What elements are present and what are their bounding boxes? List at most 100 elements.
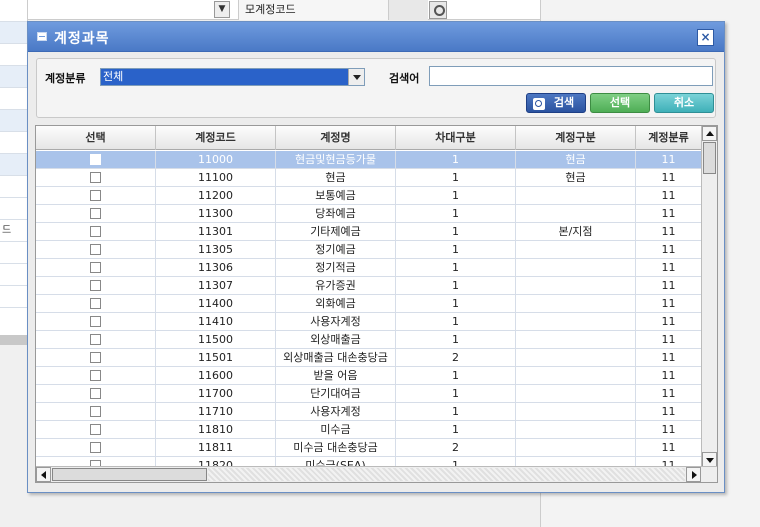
search-input[interactable]: [429, 66, 713, 86]
column-header-debit-credit[interactable]: 차대구분: [396, 126, 516, 150]
table-row[interactable]: 11306 정기적금 1 11: [36, 259, 702, 277]
table-row[interactable]: 11400 외화예금 1 11: [36, 295, 702, 313]
cell-name: 외화예금: [276, 295, 396, 312]
table-row[interactable]: 11305 정기예금 1 11: [36, 241, 702, 259]
table-row[interactable]: 11710 사용자계정 1 11: [36, 403, 702, 421]
cell-debit-credit: 1: [396, 259, 516, 276]
row-checkbox[interactable]: [90, 333, 101, 345]
cell-debit-credit: 1: [396, 205, 516, 222]
cell-name: 외상매출금 대손충당금: [276, 349, 396, 366]
scroll-down-icon[interactable]: [702, 452, 717, 467]
row-checkbox[interactable]: [90, 369, 101, 381]
cell-select: [36, 349, 156, 366]
cell-debit-credit: 1: [396, 169, 516, 186]
cell-class: 11: [636, 169, 702, 186]
column-header-class[interactable]: 계정분류: [636, 126, 702, 150]
category-select[interactable]: 전체: [100, 68, 365, 86]
table-row[interactable]: 11200 보통예금 1 11: [36, 187, 702, 205]
scroll-left-icon[interactable]: [36, 467, 51, 482]
table-row[interactable]: 11700 단기대여금 1 11: [36, 385, 702, 403]
cancel-button[interactable]: 취소: [654, 93, 714, 113]
cell-code: 11600: [156, 367, 276, 384]
horizontal-scrollbar[interactable]: [36, 466, 717, 482]
select-button[interactable]: 선택: [590, 93, 650, 113]
scroll-right-icon[interactable]: [686, 467, 701, 482]
horizontal-scroll-thumb[interactable]: [52, 468, 207, 481]
scroll-up-icon[interactable]: [702, 126, 717, 141]
row-checkbox[interactable]: [90, 423, 101, 435]
table-row[interactable]: 11500 외상매출금 1 11: [36, 331, 702, 349]
column-header-kind[interactable]: 계정구분: [516, 126, 636, 150]
cell-debit-credit: 1: [396, 241, 516, 258]
row-checkbox[interactable]: [90, 351, 101, 363]
cell-select: [36, 295, 156, 312]
search-button[interactable]: 검색: [526, 93, 586, 113]
cell-kind: [516, 367, 636, 384]
cell-select: [36, 223, 156, 240]
row-checkbox[interactable]: [90, 441, 101, 453]
row-checkbox[interactable]: [90, 261, 101, 273]
parent-code-field[interactable]: [388, 0, 428, 20]
row-checkbox[interactable]: [90, 153, 101, 165]
cell-name: 미수금: [276, 421, 396, 438]
table-row[interactable]: 11301 기타제예금 1 본/지점 11: [36, 223, 702, 241]
row-checkbox[interactable]: [90, 279, 101, 291]
table-row[interactable]: 11501 외상매출금 대손충당금 2 11: [36, 349, 702, 367]
table-row[interactable]: 11810 미수금 1 11: [36, 421, 702, 439]
row-checkbox[interactable]: [90, 243, 101, 255]
cell-kind: [516, 295, 636, 312]
column-header-select[interactable]: 선택: [36, 126, 156, 150]
row-checkbox[interactable]: [90, 225, 101, 237]
table-row[interactable]: 11600 받을 어음 1 11: [36, 367, 702, 385]
table-row[interactable]: 11307 유가증권 1 11: [36, 277, 702, 295]
cell-debit-credit: 1: [396, 151, 516, 168]
cell-code: 11301: [156, 223, 276, 240]
cell-select: [36, 331, 156, 348]
cell-name: 단기대여금: [276, 385, 396, 402]
cell-select: [36, 277, 156, 294]
cell-class: 11: [636, 439, 702, 456]
vertical-scrollbar[interactable]: [701, 126, 717, 467]
cell-debit-credit: 1: [396, 385, 516, 402]
row-checkbox[interactable]: [90, 171, 101, 183]
window-icon: [37, 32, 47, 41]
row-checkbox[interactable]: [90, 405, 101, 417]
cell-select: [36, 313, 156, 330]
cell-class: 11: [636, 259, 702, 276]
dialog-titlebar[interactable]: 계정과목 ×: [28, 22, 724, 52]
table-row[interactable]: 11811 미수금 대손충당금 2 11: [36, 439, 702, 457]
cell-debit-credit: 1: [396, 403, 516, 420]
vertical-scroll-thumb[interactable]: [703, 142, 716, 174]
background-dropdown-button[interactable]: ▼: [214, 1, 230, 18]
table-row[interactable]: 11410 사용자계정 1 11: [36, 313, 702, 331]
cell-kind: [516, 439, 636, 456]
row-checkbox[interactable]: [90, 297, 101, 309]
cell-code: 11810: [156, 421, 276, 438]
column-header-name[interactable]: 계정명: [276, 126, 396, 150]
cell-debit-credit: 1: [396, 367, 516, 384]
cell-kind: [516, 259, 636, 276]
row-checkbox[interactable]: [90, 315, 101, 327]
cell-select: [36, 205, 156, 222]
cell-kind: [516, 277, 636, 294]
table-row[interactable]: 11300 당좌예금 1 11: [36, 205, 702, 223]
cell-class: 11: [636, 403, 702, 420]
cell-select: [36, 439, 156, 456]
dialog-title: 계정과목: [54, 31, 110, 47]
background-search-icon[interactable]: [429, 1, 447, 19]
row-checkbox[interactable]: [90, 189, 101, 201]
column-header-code[interactable]: 계정코드: [156, 126, 276, 150]
cell-name: 기타제예금: [276, 223, 396, 240]
cell-kind: [516, 349, 636, 366]
close-button[interactable]: ×: [697, 29, 714, 46]
table-row[interactable]: 11000 현금및현금등가물 1 현금 11: [36, 151, 702, 169]
cell-code: 11300: [156, 205, 276, 222]
chevron-down-icon[interactable]: [348, 69, 364, 85]
cell-kind: 본/지점: [516, 223, 636, 240]
cell-code: 11307: [156, 277, 276, 294]
cell-kind: 현금: [516, 151, 636, 168]
table-row[interactable]: 11100 현금 1 현금 11: [36, 169, 702, 187]
row-checkbox[interactable]: [90, 207, 101, 219]
horizontal-scroll-track[interactable]: [208, 468, 685, 481]
row-checkbox[interactable]: [90, 387, 101, 399]
